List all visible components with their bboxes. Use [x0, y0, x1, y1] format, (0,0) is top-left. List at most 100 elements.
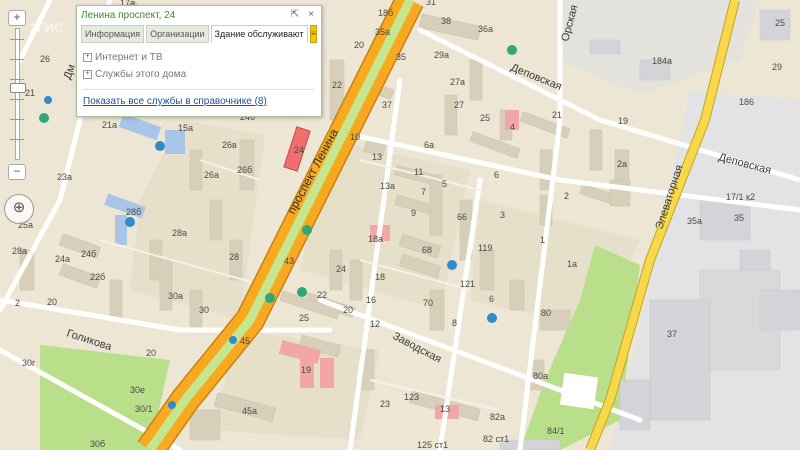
house-number: 18а — [368, 234, 383, 244]
house-number: 2 — [15, 298, 20, 308]
tab-information[interactable]: Информация — [81, 25, 145, 43]
popup-title: Ленина проспект, 24 — [81, 9, 176, 21]
house-number: 28б — [126, 207, 141, 217]
house-number: 13а — [380, 181, 395, 191]
house-number: 121 — [460, 279, 475, 289]
house-number: 24б — [81, 249, 96, 259]
house-number: 6 — [494, 170, 499, 180]
house-number: 80а — [533, 371, 548, 381]
popup-divider — [83, 89, 315, 90]
zoom-slider-thumb[interactable] — [10, 83, 26, 93]
school-icon — [155, 141, 165, 151]
house-number: 29 — [772, 62, 782, 72]
house-number: 25 — [775, 18, 785, 28]
house-number: 35 — [734, 213, 744, 223]
expand-icon: + — [83, 53, 92, 62]
house-number: 3 — [500, 210, 505, 220]
service-item-house-services[interactable]: + Службы этого дома — [83, 66, 315, 83]
popup-controls: ⇱ × — [289, 9, 317, 21]
expand-icon: + — [83, 70, 92, 79]
house-number: 18б — [378, 8, 393, 18]
zoom-slider-track[interactable] — [10, 28, 26, 160]
house-number: 30 — [199, 305, 209, 315]
shop-icon-2 — [265, 293, 275, 303]
house-number: 26в — [222, 140, 237, 150]
house-number: 35 — [396, 52, 406, 62]
shop-icon-4 — [39, 113, 49, 123]
house-number: 28а — [172, 228, 187, 238]
shop-icon-5 — [507, 45, 517, 55]
service-item-internet-tv[interactable]: + Интернет и ТВ — [83, 49, 315, 66]
zoom-out-button[interactable]: − — [8, 164, 26, 180]
house-number: 17/1 к2 — [726, 192, 755, 202]
house-number: 36а — [478, 24, 493, 34]
service-item-label: Службы этого дома — [95, 69, 187, 80]
house-number: 21а — [102, 120, 117, 130]
hospital-wing-2 — [320, 358, 334, 388]
minimize-icon[interactable]: ⇱ — [289, 9, 301, 21]
house-number: 27 — [454, 100, 464, 110]
house-number: 29а — [434, 50, 449, 60]
house-number: 123 — [404, 392, 419, 402]
house-number: 20 — [47, 297, 57, 307]
house-number: 23 — [380, 399, 390, 409]
house-number: 22 — [332, 80, 342, 90]
show-all-services-link[interactable]: Показать все службы в справочнике (8) — [83, 96, 315, 107]
house-number: 20 — [354, 40, 364, 50]
house-number: 68 — [422, 245, 432, 255]
building-info-popup: Ленина проспект, 24 ⇱ × Информация Орган… — [76, 5, 322, 117]
house-number: 25 — [480, 113, 490, 123]
tab-organizations[interactable]: Организации — [146, 25, 209, 43]
house-number: 2 — [564, 191, 569, 201]
zoom-tick — [10, 119, 24, 120]
house-number: 30а — [168, 291, 183, 301]
house-number: 186 — [739, 97, 754, 107]
house-number: 84/1 — [547, 426, 565, 436]
tab-building-services[interactable]: Здание обслуживают — [210, 25, 308, 43]
house-number: 45 — [240, 336, 250, 346]
house-number: 24 — [336, 264, 346, 274]
bus-stop-icon-3 — [44, 96, 52, 104]
school-building-wing — [165, 130, 185, 154]
house-number: 82 ст1 — [483, 434, 509, 444]
house-number: 19 — [618, 116, 628, 126]
house-number: 80 — [541, 308, 551, 318]
tabs-menu-button[interactable]: ≡ — [309, 25, 317, 43]
house-number: 21 — [25, 88, 35, 98]
school-building-2-wing — [115, 215, 127, 245]
popup-tabs: Информация Организации Здание обслуживаю… — [77, 25, 321, 43]
house-number: 70 — [423, 298, 433, 308]
close-icon[interactable]: × — [305, 9, 317, 21]
house-number: 21 — [552, 110, 562, 120]
house-number: 30е — [130, 385, 145, 395]
house-number: 82а — [490, 412, 505, 422]
zoom-control: + − — [8, 10, 26, 180]
house-number: 24 — [294, 145, 304, 155]
bus-stop-icon — [229, 336, 237, 344]
zoom-in-button[interactable]: + — [8, 10, 26, 26]
house-number: 30б — [90, 439, 105, 449]
house-number: 4 — [510, 122, 515, 132]
house-number: 27а — [450, 77, 465, 87]
house-number: 35а — [375, 27, 390, 37]
house-number: 11 — [414, 167, 423, 177]
zoom-tick — [10, 59, 24, 60]
house-number: 13 — [372, 152, 382, 162]
house-number: 19 — [301, 365, 311, 375]
zoom-tick — [10, 99, 24, 100]
house-number: 23а — [57, 172, 72, 182]
compass-icon[interactable]: ⊕ — [4, 194, 34, 224]
house-number: 26а — [204, 170, 219, 180]
house-number: 30/1 — [135, 404, 153, 414]
house-number: 22 — [317, 290, 327, 300]
popup-header: Ленина проспект, 24 ⇱ × — [77, 6, 321, 24]
house-number: 26 — [40, 54, 50, 64]
zoom-tick — [10, 79, 24, 80]
house-number: 10 — [350, 132, 360, 142]
shop-icon — [302, 225, 312, 235]
house-number: 28а — [12, 246, 27, 256]
house-number: 7 — [421, 187, 426, 197]
map-watermark: 2ГИС — [30, 20, 64, 35]
house-number: 184а — [652, 56, 672, 66]
house-number: 20 — [343, 305, 353, 315]
